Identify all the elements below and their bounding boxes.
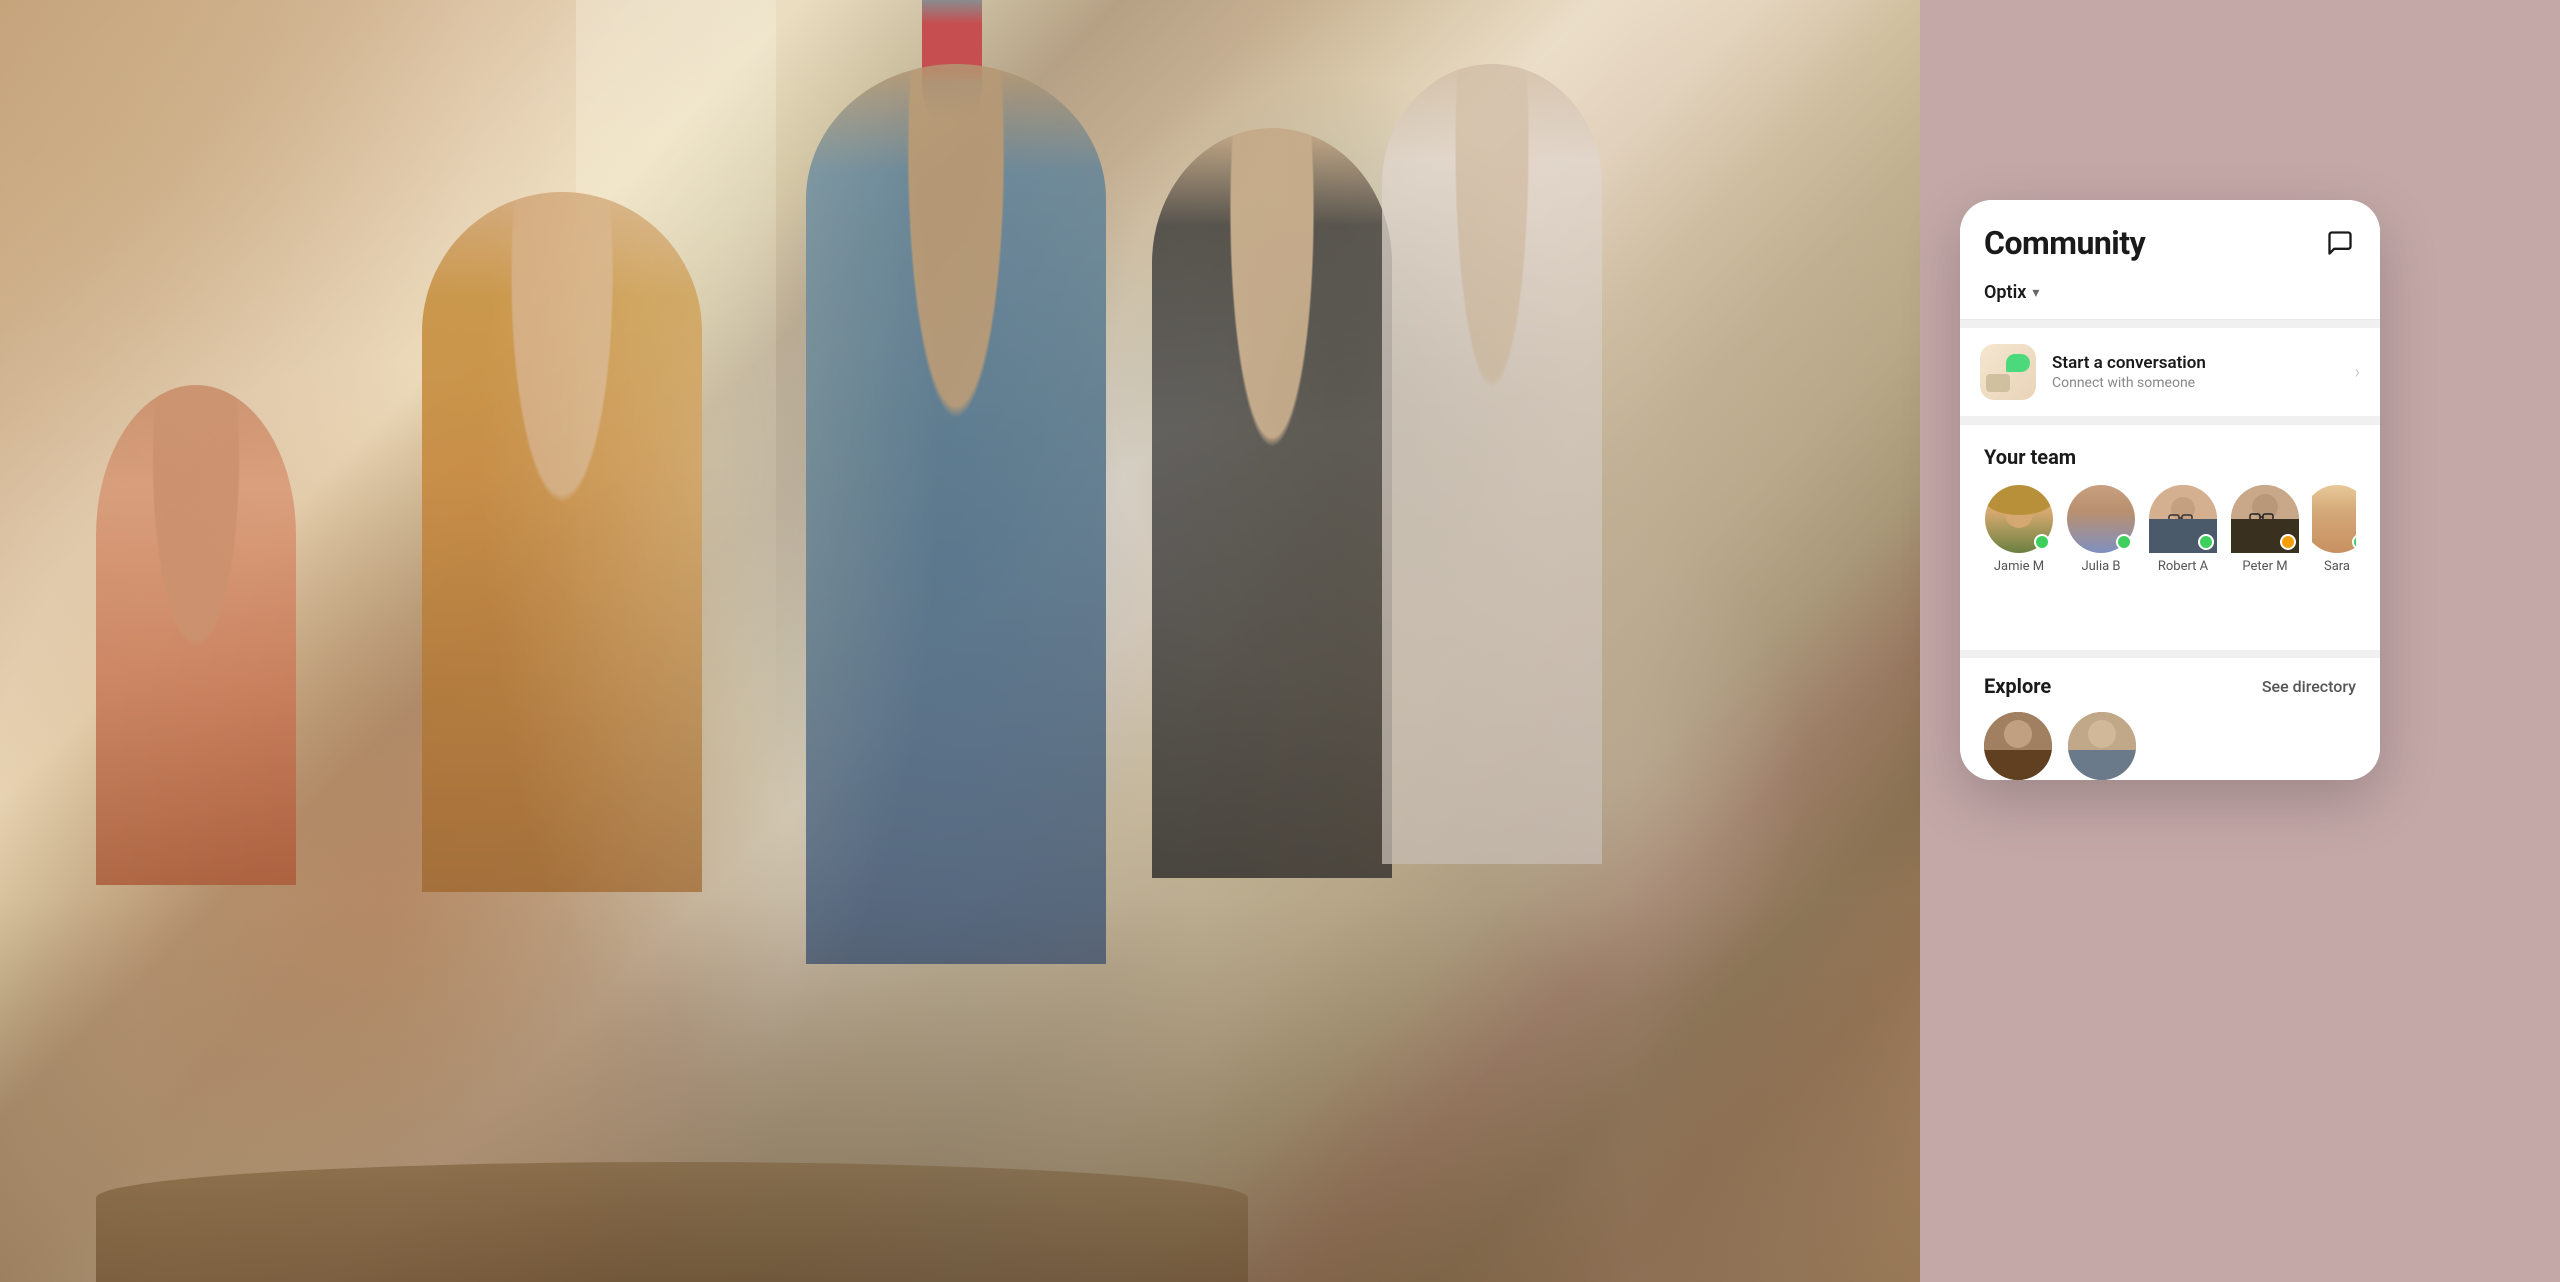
explore-avatars — [1984, 712, 2356, 780]
avatar-sara — [2312, 485, 2356, 553]
avatar-container-sara — [2312, 485, 2356, 553]
member-name-sara: Sara — [2324, 559, 2350, 574]
member-name-jamie: Jamie M — [1994, 559, 2044, 574]
member-name-robert: Robert A — [2158, 559, 2208, 574]
team-member-robert[interactable]: Robert A — [2148, 485, 2218, 574]
start-conversation-card[interactable]: Start a conversation Connect with someon… — [1960, 328, 2380, 417]
scene-bg — [0, 0, 1920, 1282]
status-dot-robert — [2198, 534, 2214, 550]
workspace-name: Optix — [1984, 282, 2026, 303]
status-dot-jamie — [2034, 534, 2050, 550]
team-section: Your team Jamie M Julia B — [1960, 425, 2380, 650]
member-name-peter: Peter M — [2242, 559, 2287, 574]
chevron-right-icon: › — [2355, 362, 2360, 383]
team-member-julia[interactable]: Julia B — [2066, 485, 2136, 574]
explore-title: Explore — [1984, 674, 2051, 698]
conversation-text: Start a conversation Connect with someon… — [2052, 353, 2339, 391]
team-member-jamie[interactable]: Jamie M — [1984, 485, 2054, 574]
page-title: Community — [1984, 224, 2145, 262]
avatar-container-jamie — [1985, 485, 2053, 553]
explore-avatar-2[interactable] — [2068, 712, 2136, 780]
explore-avatar-1[interactable] — [1984, 712, 2052, 780]
background-photo — [0, 0, 1920, 1282]
status-dot-julia — [2116, 534, 2132, 550]
team-member-peter[interactable]: Peter M — [2230, 485, 2300, 574]
conversation-icon — [1980, 344, 2036, 400]
app-panel: Community Optix ▾ Start a conversation C… — [1960, 200, 2380, 780]
avatar-container-robert — [2149, 485, 2217, 553]
explore-section: Explore See directory — [1960, 650, 2380, 780]
section-divider-2 — [1960, 417, 2380, 425]
team-member-sara[interactable]: Sara — [2312, 485, 2356, 574]
member-name-julia: Julia B — [2081, 559, 2120, 574]
chat-bubble-icon — [2006, 354, 2030, 372]
explore-person-2-svg — [2068, 712, 2136, 780]
avatar-container-julia — [2067, 485, 2135, 553]
avatar-container-peter — [2231, 485, 2299, 553]
start-conversation-title: Start a conversation — [2052, 353, 2339, 373]
section-divider-1 — [1960, 320, 2380, 328]
status-dot-peter — [2280, 534, 2296, 550]
explore-header: Explore See directory — [1984, 674, 2356, 698]
workspace-selector[interactable]: Optix ▾ — [1960, 274, 2380, 320]
see-directory-link[interactable]: See directory — [2262, 677, 2356, 696]
chat-icon-button[interactable] — [2324, 227, 2356, 259]
explore-person-1-svg — [1984, 712, 2052, 780]
panel-header: Community — [1960, 200, 2380, 274]
chevron-down-icon: ▾ — [2032, 285, 2039, 301]
start-conversation-subtitle: Connect with someone — [2052, 375, 2339, 391]
team-section-title: Your team — [1984, 445, 2356, 469]
team-avatars-list: Jamie M Julia B — [1984, 485, 2356, 574]
